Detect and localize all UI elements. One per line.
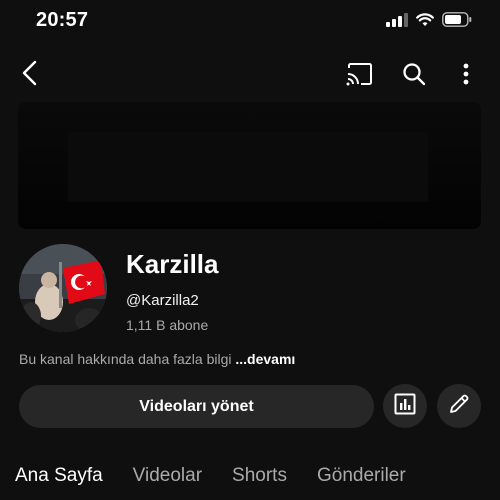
status-time: 20:57 xyxy=(36,9,89,31)
bar-chart-icon xyxy=(394,393,416,420)
search-button[interactable] xyxy=(398,60,430,92)
battery-icon xyxy=(442,12,472,32)
more-button[interactable] xyxy=(452,60,480,92)
channel-handle: @Karzilla2 xyxy=(126,292,199,309)
channel-about[interactable]: Bu kanal hakkında daha fazla bilgi ...de… xyxy=(19,351,295,367)
analytics-button[interactable] xyxy=(383,384,427,428)
wifi-icon xyxy=(416,12,434,32)
tab-home[interactable]: Ana Sayfa xyxy=(15,465,103,487)
tab-posts[interactable]: Gönderiler xyxy=(317,465,406,487)
subscriber-count: 1,11 B abone xyxy=(126,317,209,333)
edit-channel-button[interactable] xyxy=(437,384,481,428)
back-button[interactable] xyxy=(14,60,44,90)
status-icons xyxy=(386,12,472,32)
cast-button[interactable] xyxy=(343,60,377,92)
channel-avatar[interactable] xyxy=(19,244,107,332)
tab-shorts[interactable]: Shorts xyxy=(232,465,287,487)
about-more-link[interactable]: ...devamı xyxy=(235,351,295,367)
cast-icon xyxy=(346,62,374,91)
channel-banner xyxy=(18,102,481,229)
search-icon xyxy=(402,62,426,91)
about-text: Bu kanal hakkında daha fazla bilgi xyxy=(19,351,236,367)
signal-bars-icon xyxy=(386,12,408,32)
pencil-icon xyxy=(448,393,470,420)
manage-videos-button[interactable]: Videoları yönet xyxy=(19,385,374,428)
more-vertical-icon xyxy=(463,63,469,90)
channel-tabs: Ana Sayfa Videolar Shorts Gönderiler xyxy=(15,465,436,487)
chevron-left-icon xyxy=(20,60,38,91)
channel-name: Karzilla xyxy=(126,249,219,279)
tab-videos[interactable]: Videolar xyxy=(133,465,202,487)
